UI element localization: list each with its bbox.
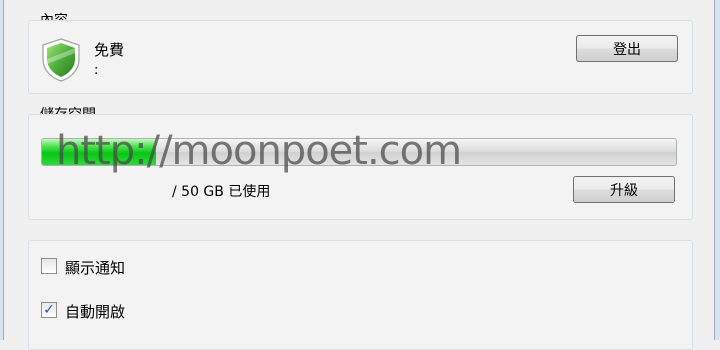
storage-usage-text: / 50 GB 已使用: [172, 184, 271, 200]
auto-start-checkbox[interactable]: ✓: [41, 302, 57, 318]
auto-start-label[interactable]: 自動開啟: [65, 301, 125, 322]
options-panel: [28, 240, 693, 350]
storage-panel: [28, 114, 693, 220]
window-frame-left: [0, 0, 4, 340]
dialog-window: 內容 免費 : 登出 儲存空間 http://moonpoet.com / 50…: [0, 0, 720, 350]
shield-icon: [42, 38, 80, 82]
show-notifications-checkbox[interactable]: [41, 258, 57, 274]
sign-out-button[interactable]: 登出: [576, 35, 678, 62]
window-frame-right: [714, 0, 720, 340]
upgrade-button[interactable]: 升級: [573, 176, 675, 203]
storage-progress-bar: [41, 138, 677, 166]
plan-detail: :: [94, 63, 99, 78]
plan-name: 免費: [94, 41, 125, 59]
storage-progress-fill: [42, 139, 157, 165]
checkmark-icon: ✓: [43, 302, 55, 318]
show-notifications-label[interactable]: 顯示通知: [65, 257, 125, 278]
